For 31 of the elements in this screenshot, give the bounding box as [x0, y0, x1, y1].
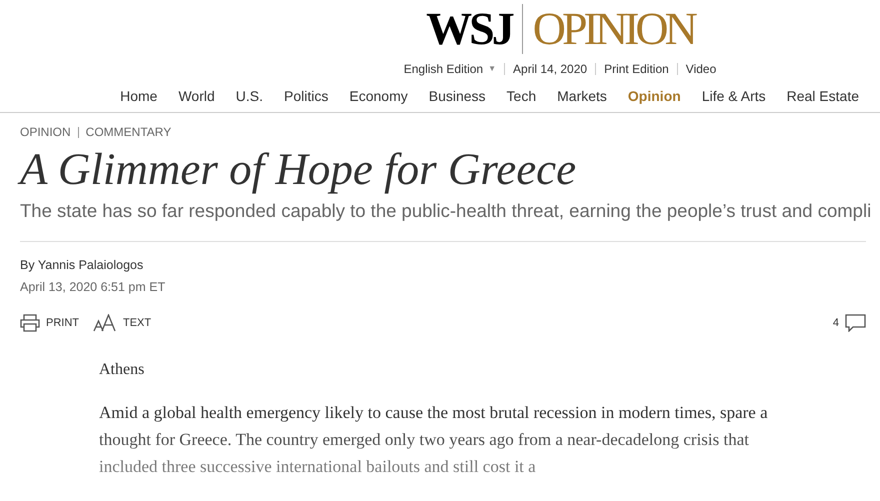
header-link[interactable]: Video: [686, 60, 716, 78]
body-paragraph: Amid a global health emergency likely to cause the most brutal recession in modern times, spare a thought for Greece. The country emerged only two years ago from a near-decadelong crisis that included three successive international bailouts and still cost it a: [99, 402, 769, 478]
printer-icon: [20, 314, 40, 332]
font-size-icon: [93, 314, 117, 332]
nav-link[interactable]: Opinion: [628, 86, 681, 108]
logo[interactable]: WSJ: [426, 4, 512, 54]
nav-link[interactable]: Markets: [557, 86, 607, 108]
nav-link[interactable]: Life & Arts: [702, 86, 766, 108]
speech-bubble-icon: [845, 314, 866, 332]
header-link[interactable]: Print Edition: [604, 60, 669, 78]
section-logo[interactable]: OPINION: [532, 4, 694, 54]
nav-link[interactable]: U.S.: [236, 86, 264, 108]
nav-link[interactable]: Politics: [284, 86, 328, 108]
nav-link[interactable]: Business: [428, 86, 486, 108]
category-label[interactable]: OPINION: [20, 123, 71, 141]
text-size-button[interactable]: TEXT: [93, 314, 152, 332]
nav-link[interactable]: Home: [120, 86, 158, 108]
edition-dropdown[interactable]: English Edition ▼: [404, 60, 496, 78]
nav-link[interactable]: Economy: [349, 86, 408, 108]
date-text: April 14, 2020: [513, 61, 588, 78]
byline[interactable]: By Yannis Palaiologos: [20, 256, 860, 274]
nav-link[interactable]: World: [178, 86, 215, 108]
comments-button[interactable]: 4: [832, 314, 866, 332]
nav-link[interactable]: Tech: [506, 86, 536, 108]
dateline: Athens: [99, 360, 146, 380]
headline: A Glimmer of Hope for Greece: [20, 143, 860, 195]
print-button[interactable]: PRINT: [20, 314, 79, 332]
nav-link[interactable]: Real Estate: [786, 86, 859, 108]
subheadline: The state has so far responded capably to the public-health threat, earning the people’s trust and compli: [20, 199, 872, 223]
timestamp: April 13, 2020 6:51 pm ET: [20, 278, 166, 296]
category-label[interactable]: COMMENTARY: [86, 123, 172, 141]
